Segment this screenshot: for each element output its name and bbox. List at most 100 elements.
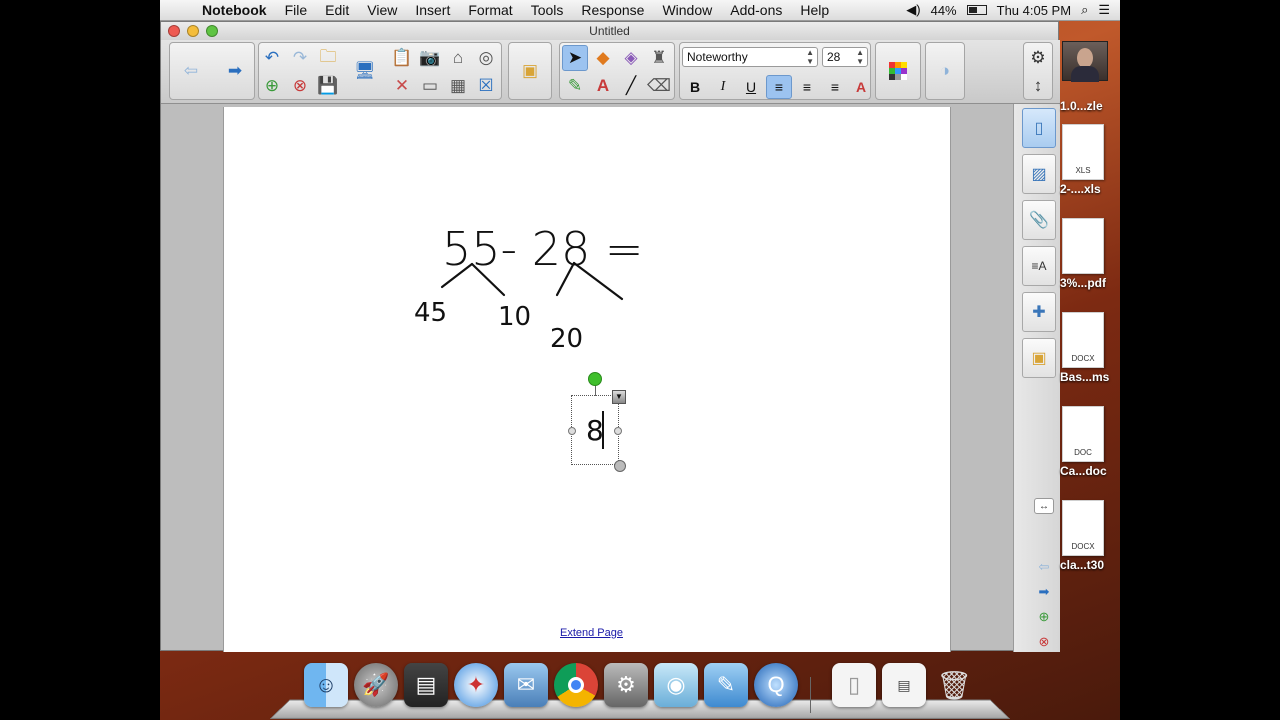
file-badge: DOC bbox=[1074, 448, 1092, 457]
menu-view[interactable]: View bbox=[358, 2, 406, 18]
next-page-arrow-icon[interactable]: ➡ bbox=[1034, 584, 1054, 600]
open-folder-icon[interactable]: 🗀 bbox=[315, 45, 341, 71]
table-icon[interactable]: ▭ bbox=[417, 73, 443, 99]
menu-addons[interactable]: Add-ons bbox=[721, 2, 791, 18]
notebook-window: Untitled ⇦ ➡ ↶ ↷ 🗀 ⊕ ⊗ 💾 🖥 📋 📷 ⌂ ◎ ✕ ▭ ▦… bbox=[160, 21, 1060, 652]
select-arrow-icon[interactable]: ➤ bbox=[562, 45, 588, 71]
clock[interactable]: Thu 4:05 PM bbox=[997, 3, 1071, 18]
close-window-button[interactable] bbox=[168, 25, 180, 37]
display-screen-icon[interactable]: 🖥 bbox=[352, 58, 378, 84]
undo-icon[interactable]: ↶ bbox=[259, 45, 285, 71]
desktop-file[interactable]: DOCX cla...t30 bbox=[1060, 500, 1120, 572]
paste-icon[interactable]: 📋 bbox=[389, 45, 415, 71]
move-toolbar-icon[interactable]: ↕ bbox=[1025, 73, 1051, 99]
battery-icon[interactable] bbox=[966, 5, 987, 15]
properties-tab-icon[interactable]: ≡A bbox=[1022, 246, 1056, 286]
desktop-file[interactable]: 1.0...zle bbox=[1060, 97, 1120, 113]
minimize-window-button[interactable] bbox=[187, 25, 199, 37]
text-tool-icon[interactable]: A bbox=[590, 73, 616, 99]
align-center-icon[interactable]: ≡ bbox=[794, 75, 820, 99]
toolbar: ⇦ ➡ ↶ ↷ 🗀 ⊕ ⊗ 💾 🖥 📋 📷 ⌂ ◎ ✕ ▭ ▦ ☒ ▣ ➤ ◆ … bbox=[161, 40, 1060, 104]
next-page-arrow-icon[interactable]: ➡ bbox=[222, 58, 248, 84]
align-right-icon[interactable]: ≡ bbox=[822, 75, 848, 99]
mission-control-icon[interactable]: ▤ bbox=[404, 663, 448, 707]
left-resize-handle[interactable] bbox=[568, 427, 576, 435]
dvd-player-warning-icon[interactable]: ◉ bbox=[654, 663, 698, 707]
delete-page-icon[interactable]: ⊗ bbox=[1034, 634, 1054, 650]
previous-page-arrow-icon[interactable]: ⇦ bbox=[1034, 559, 1054, 575]
corner-resize-handle[interactable] bbox=[614, 460, 626, 472]
notification-list-icon[interactable]: ☰ bbox=[1098, 2, 1110, 18]
font-name-select[interactable]: Noteworthy ▲ ▼ bbox=[682, 47, 818, 67]
add-page-icon[interactable]: ⊕ bbox=[1034, 609, 1054, 625]
magic-pen-icon[interactable]: ⌫ bbox=[646, 73, 672, 99]
fill-icon[interactable]: ♜ bbox=[646, 45, 672, 71]
menu-window[interactable]: Window bbox=[653, 2, 721, 18]
font-size-select[interactable]: 28 ▲ ▼ bbox=[822, 47, 868, 67]
screen-shade-icon[interactable]: ⌂ bbox=[445, 45, 471, 71]
quicktime-icon[interactable]: Q bbox=[754, 663, 798, 707]
shapes-icon[interactable]: ◆ bbox=[590, 45, 616, 71]
dual-page-icon[interactable]: ◎ bbox=[473, 45, 499, 71]
page-sorter-tab-icon[interactable]: ▯ bbox=[1022, 108, 1056, 148]
object-menu-button[interactable]: ▼ bbox=[612, 390, 626, 404]
math-expression: 55- 28 = bbox=[442, 222, 643, 276]
desktop-file[interactable]: DOCX Bas...ms bbox=[1060, 312, 1120, 384]
menu-response[interactable]: Response bbox=[572, 2, 653, 18]
volume-icon[interactable]: ◀) bbox=[906, 2, 920, 18]
menu-insert[interactable]: Insert bbox=[406, 2, 459, 18]
delete-page-icon[interactable]: ⊗ bbox=[287, 73, 313, 99]
collapse-sidebar-icon[interactable]: ↔ bbox=[1034, 498, 1054, 514]
underline-button[interactable]: U bbox=[738, 75, 764, 99]
line-tool-icon[interactable]: ╱ bbox=[618, 73, 644, 99]
menu-help[interactable]: Help bbox=[791, 2, 838, 18]
downloads-stack-icon[interactable]: ▤ bbox=[882, 663, 926, 707]
notebook-app-icon[interactable]: ✎ bbox=[704, 663, 748, 707]
color-palette-icon[interactable] bbox=[885, 58, 911, 84]
delete-icon[interactable]: ✕ bbox=[389, 73, 415, 99]
align-left-icon[interactable]: ≡ bbox=[766, 75, 792, 99]
close-box-icon[interactable]: ☒ bbox=[473, 73, 499, 99]
save-icon[interactable]: 💾 bbox=[315, 73, 341, 99]
menu-format[interactable]: Format bbox=[459, 2, 521, 18]
menu-file[interactable]: File bbox=[276, 2, 317, 18]
redo-icon[interactable]: ↷ bbox=[287, 45, 313, 71]
menu-app-name[interactable]: Notebook bbox=[198, 2, 276, 18]
add-page-icon[interactable]: ⊕ bbox=[259, 73, 285, 99]
trash-icon[interactable]: 🗑 bbox=[932, 663, 976, 707]
attachments-tab-icon[interactable]: 📎 bbox=[1022, 200, 1056, 240]
right-resize-handle[interactable] bbox=[614, 427, 622, 435]
pen-icon[interactable]: ✎ bbox=[562, 73, 588, 99]
eraser-icon[interactable]: ◈ bbox=[618, 45, 644, 71]
launchpad-icon[interactable]: 🚀 bbox=[354, 663, 398, 707]
italic-button[interactable]: I bbox=[710, 75, 736, 99]
chrome-icon[interactable] bbox=[554, 663, 598, 707]
rotate-handle[interactable] bbox=[588, 372, 602, 386]
addons-tab-icon[interactable]: ✚ bbox=[1022, 292, 1056, 332]
properties-icon[interactable]: ◑ bbox=[932, 58, 958, 84]
desktop-file[interactable]: 3%...pdf bbox=[1060, 218, 1120, 290]
bold-button[interactable]: B bbox=[682, 75, 708, 99]
document-stack-icon[interactable]: ▯ bbox=[832, 663, 876, 707]
screen-capture-icon[interactable]: 📷 bbox=[417, 45, 443, 71]
previous-page-arrow-icon[interactable]: ⇦ bbox=[178, 58, 204, 84]
system-preferences-icon[interactable]: ⚙ bbox=[604, 663, 648, 707]
text-color-icon[interactable]: A bbox=[848, 75, 874, 99]
desktop-file[interactable]: DOC Ca...doc bbox=[1060, 406, 1120, 478]
gallery-tab-icon[interactable]: ▨ bbox=[1022, 154, 1056, 194]
menu-edit[interactable]: Edit bbox=[316, 2, 358, 18]
desktop-file[interactable]: XLS 2-....xls bbox=[1060, 124, 1120, 196]
zoom-window-button[interactable] bbox=[206, 25, 218, 37]
page-canvas[interactable]: 55- 28 = 45 10 20 8 ▼ Extend Page bbox=[223, 107, 951, 652]
response-clicker-icon[interactable]: ▣ bbox=[517, 58, 543, 84]
insert-table-icon[interactable]: ▦ bbox=[445, 73, 471, 99]
spotlight-icon[interactable]: ⌕ bbox=[1081, 2, 1088, 18]
mail-icon[interactable]: ✉ bbox=[504, 663, 548, 707]
menu-tools[interactable]: Tools bbox=[522, 2, 573, 18]
safari-icon[interactable]: ✦ bbox=[454, 663, 498, 707]
selected-textbox[interactable]: 8 ▼ bbox=[568, 372, 626, 472]
gear-icon[interactable]: ⚙ bbox=[1025, 45, 1051, 71]
response-tab-icon[interactable]: ▣ bbox=[1022, 338, 1056, 378]
extend-page-link[interactable]: Extend Page bbox=[560, 627, 623, 639]
finder-icon[interactable]: ☺ bbox=[304, 663, 348, 707]
